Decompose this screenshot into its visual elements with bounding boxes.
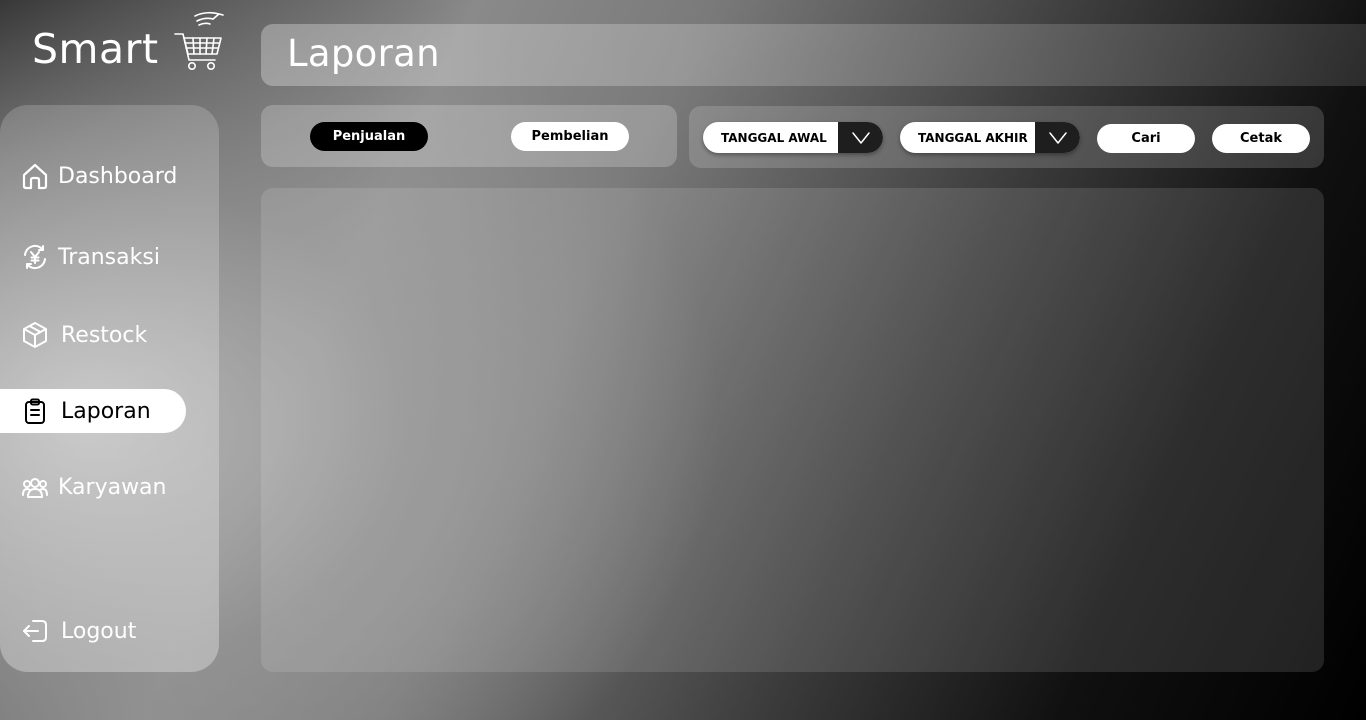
- clipboard-icon: [21, 397, 49, 425]
- end-date-select[interactable]: TANGGAL AKHIR: [900, 122, 1080, 153]
- sidebar-item-label: Transaksi: [58, 244, 160, 270]
- sidebar-item-label: Laporan: [61, 398, 151, 424]
- sidebar-item-karyawan[interactable]: Karyawan: [0, 465, 167, 509]
- logout-button[interactable]: Logout: [0, 609, 136, 653]
- chevron-down-icon[interactable]: [838, 122, 883, 153]
- sidebar-item-label: Dashboard: [58, 163, 178, 189]
- home-icon: [21, 162, 49, 190]
- sidebar-item-restock[interactable]: Restock: [0, 313, 147, 357]
- logout-icon: [21, 617, 49, 645]
- sidebar-item-label: Restock: [61, 322, 148, 348]
- users-icon: [21, 473, 49, 501]
- logo-text: Smart: [32, 25, 159, 73]
- sidebar-item-laporan[interactable]: Laporan: [0, 389, 186, 433]
- box-icon: [21, 321, 49, 349]
- sidebar-item-dashboard[interactable]: Dashboard: [0, 154, 177, 198]
- print-button[interactable]: Cetak: [1212, 124, 1310, 153]
- report-content-area: [261, 188, 1324, 672]
- tab-pembelian[interactable]: Pembelian: [511, 122, 629, 151]
- shopping-cart-icon: [173, 10, 225, 78]
- report-type-toggle: Penjualan Pembelian: [261, 105, 677, 167]
- start-date-select[interactable]: TANGGAL AWAL: [703, 122, 883, 153]
- sidebar-item-transaksi[interactable]: Transaksi: [0, 235, 160, 279]
- header-bar: Laporan: [261, 24, 1366, 86]
- tab-penjualan[interactable]: Penjualan: [310, 122, 428, 151]
- yen-exchange-icon: [21, 243, 49, 271]
- chevron-down-icon[interactable]: [1035, 122, 1080, 153]
- start-date-label: TANGGAL AWAL: [721, 130, 827, 145]
- logout-label: Logout: [61, 618, 137, 644]
- sidebar: Dashboard Transaksi Restock Laporan Kary…: [0, 105, 219, 672]
- end-date-label: TANGGAL AKHIR: [918, 130, 1028, 145]
- page-title: Laporan: [287, 32, 440, 75]
- sidebar-item-label: Karyawan: [58, 474, 167, 500]
- search-button[interactable]: Cari: [1097, 124, 1195, 153]
- filter-panel: TANGGAL AWAL TANGGAL AKHIR Cari Cetak: [689, 106, 1324, 168]
- app-logo: Smart: [32, 10, 225, 82]
